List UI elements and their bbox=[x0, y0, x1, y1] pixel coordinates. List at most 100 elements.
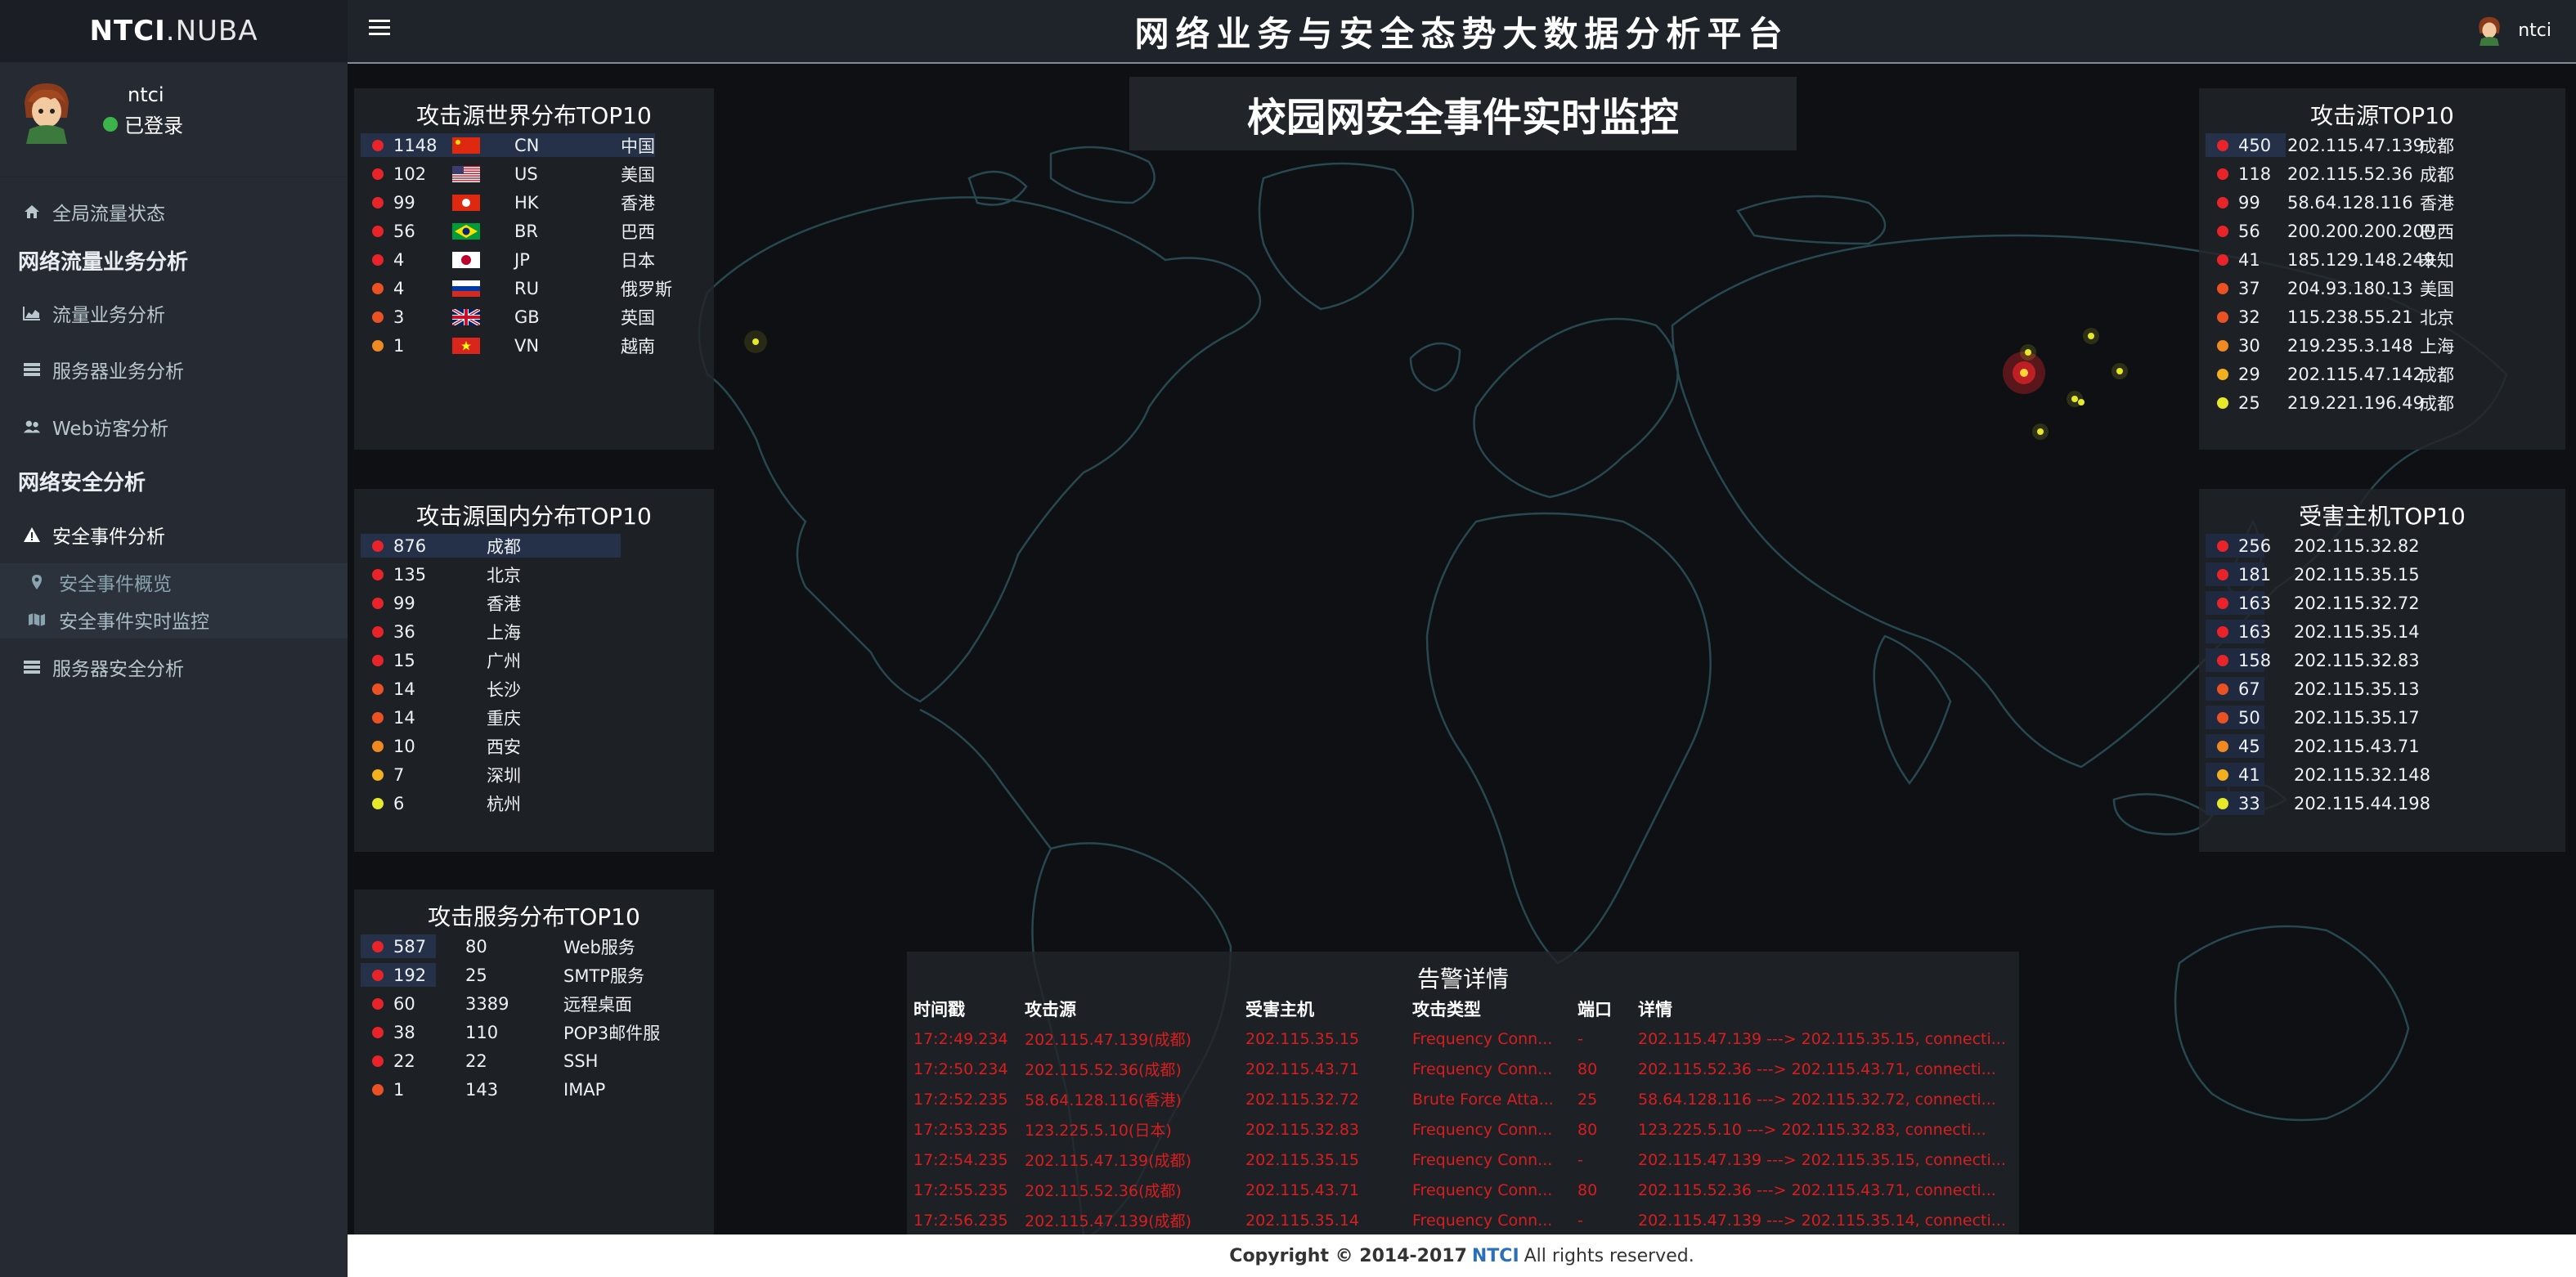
domestic-row[interactable]: 14 长沙 bbox=[354, 674, 714, 703]
area-chart-icon bbox=[23, 304, 41, 322]
world-row[interactable]: 99 HK 香港 bbox=[354, 188, 714, 217]
world-row[interactable]: 1148 CN 中国 bbox=[354, 131, 714, 159]
victim-row[interactable]: 256 202.115.32.82 bbox=[2199, 531, 2565, 560]
sidebar-item-traffic-business[interactable]: 流量业务分析 bbox=[0, 285, 348, 341]
victim-row[interactable]: 33 202.115.44.198 bbox=[2199, 789, 2565, 818]
sidebar-item-global-traffic[interactable]: 全局流量状态 bbox=[0, 189, 348, 235]
alert-cell: 17:2:53.235 bbox=[913, 1120, 1008, 1139]
sidebar-subitem-realtime-monitor[interactable]: 安全事件实时监控 bbox=[0, 601, 348, 638]
domestic-row[interactable]: 14 重庆 bbox=[354, 703, 714, 732]
rank-dot-icon bbox=[2217, 740, 2228, 752]
victim-row[interactable]: 67 202.115.35.13 bbox=[2199, 674, 2565, 703]
world-row[interactable]: 1 VN 越南 bbox=[354, 331, 714, 360]
service-row[interactable]: 1 143 IMAP bbox=[354, 1075, 714, 1104]
top-user-menu[interactable]: ntci bbox=[2475, 15, 2551, 46]
rank-dot-icon bbox=[372, 1083, 384, 1096]
service-row[interactable]: 60 3389 远程桌面 bbox=[354, 989, 714, 1018]
country-name: 香港 bbox=[621, 193, 655, 213]
source-row[interactable]: 30 219.235.3.148 上海 bbox=[2199, 331, 2565, 360]
brand-logo[interactable]: NTCI .NUBA bbox=[0, 0, 348, 62]
alert-row[interactable]: 17:2:50.234 202.115.52.36(成都) 202.115.43.7… bbox=[907, 1054, 2019, 1084]
sidebar-subitem-overview[interactable]: 安全事件概览 bbox=[0, 563, 348, 601]
source-row[interactable]: 32 115.238.55.21 北京 bbox=[2199, 302, 2565, 331]
sidebar-item-server-business[interactable]: 服务器业务分析 bbox=[0, 341, 348, 398]
domestic-row[interactable]: 15 广州 bbox=[354, 646, 714, 674]
world-row[interactable]: 4 RU 俄罗斯 bbox=[354, 274, 714, 302]
service-row[interactable]: 22 22 SSH bbox=[354, 1046, 714, 1075]
rank-dot-icon bbox=[372, 225, 384, 237]
alert-cell: 202.115.47.139(成都) bbox=[1025, 1212, 1192, 1230]
source-row[interactable]: 56 200.200.200.200 巴西 bbox=[2199, 217, 2565, 245]
victim-ip: 202.115.35.17 bbox=[2294, 707, 2420, 728]
footer-brand-link[interactable]: NTCI bbox=[1472, 1246, 1519, 1266]
alert-row[interactable]: 17:2:49.234 202.115.47.139(成都) 202.115.35.… bbox=[907, 1024, 2019, 1054]
source-location: 成都 bbox=[2420, 393, 2454, 414]
source-row[interactable]: 37 204.93.180.13 美国 bbox=[2199, 274, 2565, 302]
rank-count: 67 bbox=[2238, 679, 2260, 699]
flag-cell bbox=[452, 308, 514, 325]
rank-dot-icon bbox=[2217, 797, 2228, 809]
user-status-label: 已登录 bbox=[124, 114, 183, 137]
alert-row[interactable]: 17:2:53.235 123.225.5.10(日本) 202.115.32.83… bbox=[907, 1114, 2019, 1145]
domestic-row[interactable]: 7 深圳 bbox=[354, 760, 714, 789]
rank-dot-icon bbox=[372, 597, 384, 609]
flag-cell bbox=[452, 222, 514, 240]
source-row[interactable]: 450 202.115.47.139 成都 bbox=[2199, 131, 2565, 159]
source-row[interactable]: 118 202.115.52.36 成都 bbox=[2199, 159, 2565, 188]
service-row[interactable]: 38 110 POP3邮件服 bbox=[354, 1018, 714, 1046]
rank-count: 22 bbox=[393, 1051, 415, 1071]
source-row[interactable]: 99 58.64.128.116 香港 bbox=[2199, 188, 2565, 217]
alert-row[interactable]: 17:2:54.235 202.115.47.139(成都) 202.115.35.… bbox=[907, 1145, 2019, 1175]
victim-row[interactable]: 163 202.115.32.72 bbox=[2199, 589, 2565, 617]
service-row[interactable]: 587 80 Web服务 bbox=[354, 932, 714, 961]
alert-row[interactable]: 17:2:56.235 202.115.47.139(成都) 202.115.35.… bbox=[907, 1205, 2019, 1234]
alert-row[interactable]: 17:2:55.235 202.115.52.36(成都) 202.115.43.7… bbox=[907, 1175, 2019, 1205]
brand-bold: NTCI bbox=[89, 15, 166, 47]
world-row[interactable]: 56 BR 巴西 bbox=[354, 217, 714, 245]
country-name: 美国 bbox=[621, 164, 655, 185]
alert-cell: 202.115.52.36(成都) bbox=[1025, 1182, 1182, 1200]
alert-row[interactable]: 17:2:52.235 58.64.128.116(香港) 202.115.32.7… bbox=[907, 1084, 2019, 1114]
alert-cell: 17:2:55.235 bbox=[913, 1181, 1008, 1199]
alert-column-header: 详情 bbox=[1638, 1000, 1672, 1019]
world-row[interactable]: 102 US 美国 bbox=[354, 159, 714, 188]
alert-cell: 80 bbox=[1577, 1120, 1598, 1139]
rank-count: 118 bbox=[2238, 164, 2272, 184]
domestic-row[interactable]: 10 西安 bbox=[354, 732, 714, 760]
rank-dot-icon bbox=[372, 740, 384, 752]
victim-row[interactable]: 158 202.115.32.83 bbox=[2199, 646, 2565, 674]
platform-title: 网络业务与安全态势大数据分析平台 bbox=[1134, 14, 1789, 54]
source-row[interactable]: 25 219.221.196.49 成都 bbox=[2199, 388, 2565, 417]
sidebar-item-security-events[interactable]: 安全事件分析 bbox=[0, 506, 348, 563]
victim-row[interactable]: 181 202.115.35.15 bbox=[2199, 560, 2565, 589]
alert-cell: 202.115.35.14 bbox=[1245, 1211, 1360, 1230]
domestic-row[interactable]: 36 上海 bbox=[354, 617, 714, 646]
domestic-row[interactable]: 6 杭州 bbox=[354, 789, 714, 818]
rank-count: 56 bbox=[393, 221, 415, 241]
service-row[interactable]: 192 25 SMTP服务 bbox=[354, 961, 714, 989]
victim-row[interactable]: 41 202.115.32.148 bbox=[2199, 760, 2565, 789]
sidebar-item-server-security[interactable]: 服务器安全分析 bbox=[0, 638, 348, 696]
source-row[interactable]: 41 185.129.148.249 未知 bbox=[2199, 245, 2565, 274]
victim-row[interactable]: 45 202.115.43.71 bbox=[2199, 732, 2565, 760]
alert-cell: - bbox=[1577, 1150, 1583, 1169]
city-name: 重庆 bbox=[487, 708, 521, 728]
service-port: 22 bbox=[465, 1051, 487, 1071]
service-name: SMTP服务 bbox=[563, 966, 644, 986]
domestic-row[interactable]: 99 香港 bbox=[354, 589, 714, 617]
sidebar-header-security: 网络安全分析 bbox=[18, 470, 146, 495]
sidebar-item-web-visitors[interactable]: Web访客分析 bbox=[0, 398, 348, 455]
domestic-row[interactable]: 135 北京 bbox=[354, 560, 714, 589]
alert-cell: 202.115.32.72 bbox=[1245, 1090, 1360, 1109]
world-row[interactable]: 4 JP 日本 bbox=[354, 245, 714, 274]
alert-cell: Brute Force Atta... bbox=[1412, 1090, 1554, 1109]
main-content: 校园网安全事件实时监控 攻击源世界分布TOP10 1148 CN 中国 102 US 美国… bbox=[348, 64, 2576, 1234]
country-code: RU bbox=[514, 278, 539, 298]
world-row[interactable]: 3 GB 英国 bbox=[354, 302, 714, 331]
rank-count: 163 bbox=[2238, 621, 2272, 642]
victim-row[interactable]: 163 202.115.35.14 bbox=[2199, 617, 2565, 646]
source-row[interactable]: 29 202.115.47.142 成都 bbox=[2199, 360, 2565, 388]
domestic-row[interactable]: 876 成都 bbox=[354, 531, 714, 560]
victim-ip: 202.115.35.15 bbox=[2294, 564, 2420, 585]
victim-row[interactable]: 50 202.115.35.17 bbox=[2199, 703, 2565, 732]
